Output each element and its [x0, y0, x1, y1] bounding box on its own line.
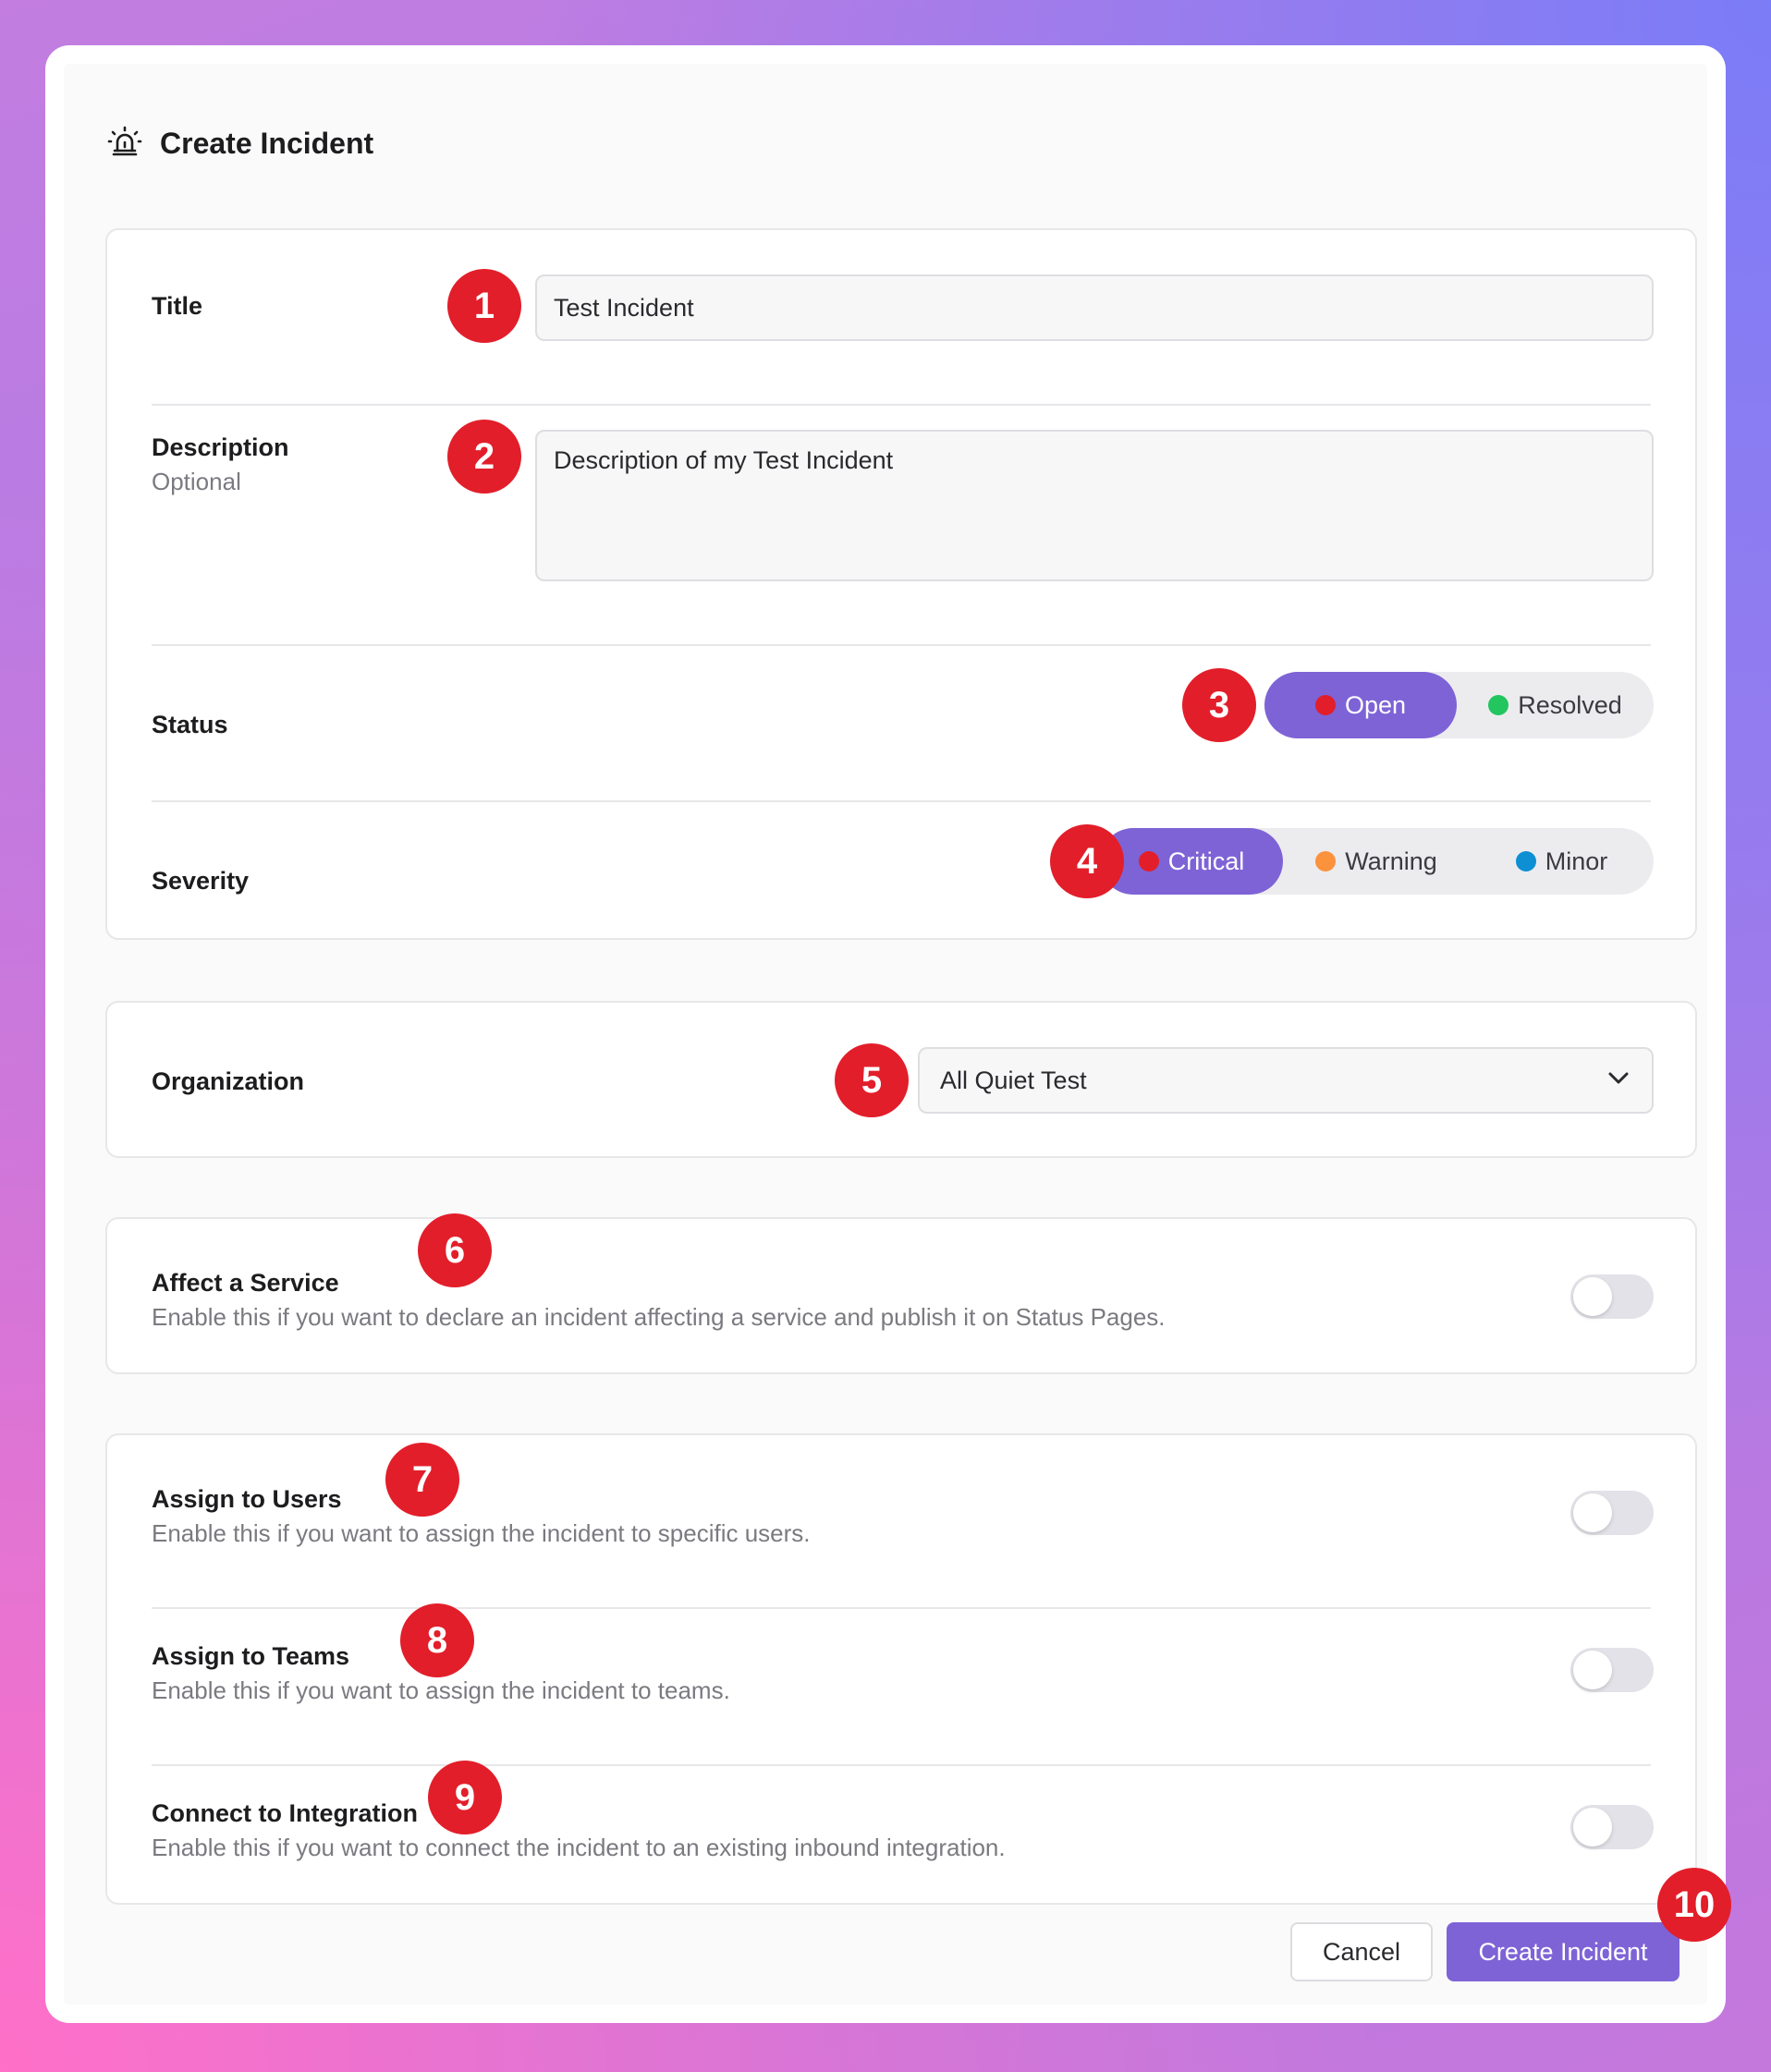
service-toggle-switch[interactable] [1570, 1274, 1654, 1319]
orange-dot-icon [1315, 851, 1337, 871]
status-option-open[interactable]: Open [1264, 672, 1457, 738]
service-panel: 6 Affect a Service Enable this if you wa… [105, 1213, 1697, 1374]
integration-toggle-switch[interactable] [1570, 1805, 1654, 1849]
integration-toggle-label: Connect to Integration [152, 1799, 418, 1827]
marker-5: 5 [835, 1043, 909, 1117]
toggle-knob [1573, 1277, 1612, 1316]
status-option-label: Resolved [1518, 690, 1622, 719]
toggle-knob [1573, 1651, 1612, 1689]
green-dot-icon [1488, 695, 1509, 715]
cancel-button[interactable]: Cancel [1290, 1922, 1433, 1981]
teams-toggle-description: Enable this if you want to assign the in… [152, 1676, 730, 1704]
blue-dot-icon [1515, 851, 1536, 871]
dialog-card: Create Incident Title 1 Test Incident De… [45, 45, 1726, 2023]
organization-panel: Organization 5 All Quiet Test [105, 1001, 1697, 1158]
status-option-label: Open [1344, 690, 1407, 719]
marker-4: 4 [1050, 824, 1124, 898]
marker-7: 7 [385, 1443, 459, 1517]
severity-option-label: Critical [1167, 847, 1245, 875]
severity-segmented-control: Critical Warning Minor [1100, 828, 1654, 895]
description-optional-hint: Optional [152, 468, 241, 495]
severity-label: Severity [152, 867, 250, 895]
marker-3: 3 [1182, 668, 1256, 742]
divider [152, 404, 1651, 406]
description-label: Description [152, 433, 289, 461]
marker-6: 6 [418, 1213, 492, 1287]
red-dot-icon [1138, 851, 1159, 871]
users-toggle-switch[interactable] [1570, 1491, 1654, 1535]
chevron-down-icon [1606, 1065, 1631, 1097]
organization-label: Organization [152, 1067, 305, 1095]
status-label: Status [152, 711, 228, 738]
severity-option-warning[interactable]: Warning [1283, 828, 1470, 895]
service-toggle-label: Affect a Service [152, 1269, 339, 1297]
dialog-header: Create Incident [106, 123, 373, 164]
users-toggle-label: Assign to Users [152, 1485, 342, 1513]
divider [152, 1607, 1651, 1609]
divider [152, 1764, 1651, 1766]
toggle-knob [1573, 1493, 1612, 1532]
divider [152, 644, 1651, 646]
marker-2: 2 [447, 420, 521, 494]
assignment-panel: 7 Assign to Users Enable this if you wan… [105, 1433, 1697, 1905]
marker-8: 8 [400, 1603, 474, 1677]
dialog-title: Create Incident [160, 126, 374, 160]
divider [152, 800, 1651, 802]
incident-details-panel: Title 1 Test Incident Description Option… [105, 228, 1697, 940]
description-textarea[interactable]: Description of my Test Incident [535, 430, 1654, 581]
marker-10: 10 [1657, 1868, 1731, 1942]
dialog-body: Create Incident Title 1 Test Incident De… [64, 64, 1707, 2005]
title-input[interactable]: Test Incident [535, 274, 1654, 341]
users-toggle-description: Enable this if you want to assign the in… [152, 1519, 811, 1547]
status-segmented-control: Open Resolved [1264, 672, 1654, 738]
severity-option-label: Minor [1545, 847, 1608, 875]
severity-option-minor[interactable]: Minor [1470, 828, 1654, 895]
teams-toggle-switch[interactable] [1570, 1648, 1654, 1692]
siren-icon [106, 123, 143, 165]
marker-9: 9 [428, 1761, 502, 1834]
toggle-knob [1573, 1808, 1612, 1847]
organization-select-value: All Quiet Test [940, 1066, 1087, 1094]
severity-option-label: Warning [1345, 847, 1437, 875]
title-label: Title [152, 292, 203, 320]
create-incident-button[interactable]: Create Incident [1447, 1922, 1679, 1981]
service-toggle-description: Enable this if you want to declare an in… [152, 1303, 1166, 1331]
organization-select[interactable]: All Quiet Test [918, 1047, 1654, 1114]
red-dot-icon [1314, 695, 1336, 715]
teams-toggle-label: Assign to Teams [152, 1642, 350, 1670]
integration-toggle-description: Enable this if you want to connect the i… [152, 1834, 1006, 1861]
status-option-resolved[interactable]: Resolved [1457, 672, 1654, 738]
severity-option-critical[interactable]: Critical [1100, 828, 1283, 895]
marker-1: 1 [447, 269, 521, 343]
